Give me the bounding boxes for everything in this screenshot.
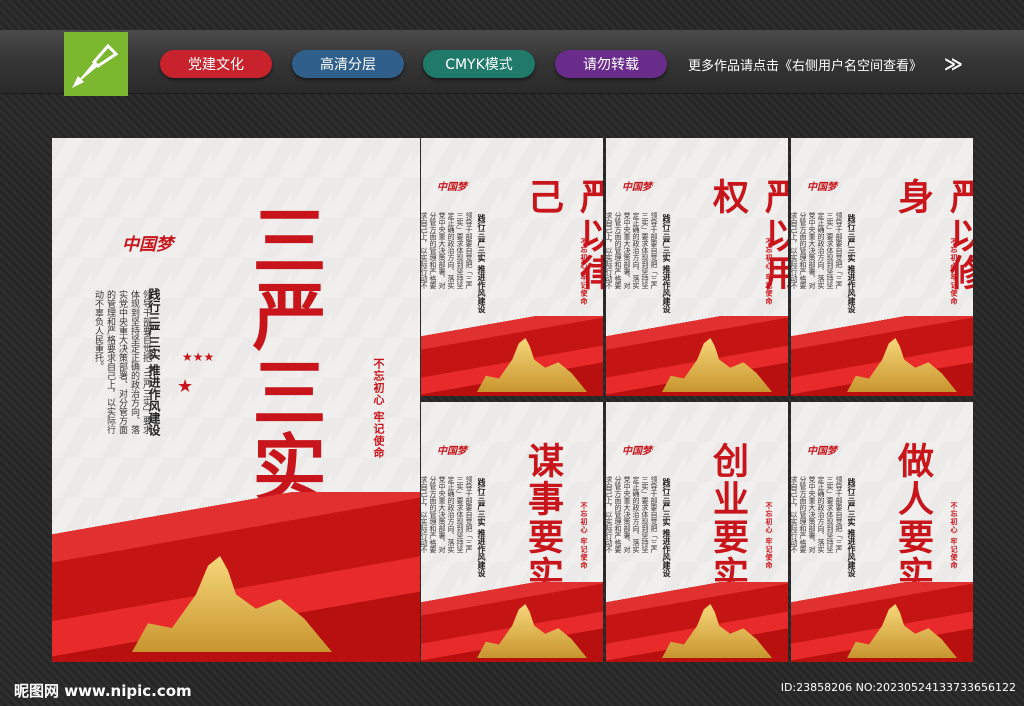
panel-slogan: 践行三严三实 推进作风建设 (662, 214, 672, 313)
panel-slogan: 践行三严三实 推进作风建设 (847, 214, 857, 313)
poster-panel: 中国梦 领导干部要自觉把「三严三实」要求体现到坚持坚定正确的政治方向、落实党中央… (421, 138, 603, 396)
panel-body-text: 领导干部要自觉把「三严三实」要求体现到坚持坚定正确的政治方向、落实党中央重大决策… (791, 476, 843, 553)
panel-body-text: 领导干部要自觉把「三严三实」要求体现到坚持坚定正确的政治方向、落实党中央重大决策… (606, 212, 658, 289)
panel-slogan: 践行三严三实 推进作风建设 (847, 478, 857, 577)
panel-title: 严以律己 (522, 178, 603, 292)
panel-motto: 不忘初心 牢记使命 (765, 502, 773, 570)
brand-logo (64, 32, 128, 96)
panel-motto: 不忘初心 牢记使命 (580, 502, 588, 570)
panel-slogan: 践行三严三实 推进作风建设 (477, 214, 487, 313)
pen-icon (72, 43, 119, 88)
panel-motto: 不忘初心 牢记使命 (765, 238, 773, 306)
panel-title: 做人要实 (892, 442, 934, 594)
panel-body-text: 领导干部要自觉把「三严三实」要求体现到坚持坚定正确的政治方向、落实党中央重大决策… (421, 212, 473, 289)
panel-body-text: 领导干部要自觉把「三严三实」要求体现到坚持坚定正确的政治方向、落实党中央重大决策… (791, 212, 843, 289)
panel-motto: 不忘初心 牢记使命 (950, 502, 958, 570)
tag-party-culture[interactable]: 党建文化 (160, 50, 272, 78)
more-works-link[interactable]: 更多作品请点击《右侧用户名空间查看》 (688, 55, 922, 74)
double-chevron-icon[interactable]: ≫ (944, 54, 963, 75)
panel-title: 严以修身 (892, 178, 973, 292)
china-dream-logo: 中国梦 (622, 446, 652, 457)
panel-slogan: 践行三严三实 推进作风建设 (662, 478, 672, 577)
china-dream-logo: 中国梦 (437, 446, 467, 457)
tag-hd-layers[interactable]: 高清分层 (292, 50, 404, 78)
star-icon: ★★★ (182, 350, 215, 364)
poster-panel: 中国梦 领导干部要自觉把「三严三实」要求体现到坚持坚定正确的政治方向、落实党中央… (791, 402, 973, 662)
panel-motto: 不忘初心 牢记使命 (580, 238, 588, 306)
china-dream-logo: 中国梦 (622, 182, 652, 193)
site-watermark: 昵图网 www.nipic.com (14, 682, 192, 700)
panel-body-text: 领导干部要自觉把「三严三实」要求体现到坚持坚定正确的政治方向、落实党中央重大决策… (421, 476, 473, 553)
panel-title: 谋事要实 (522, 442, 564, 594)
poster-panel: 中国梦 领导干部要自觉把「三严三实」要求体现到坚持坚定正确的政治方向、落实党中央… (791, 138, 973, 396)
panel-motto: 不忘初心 牢记使命 (950, 238, 958, 306)
china-dream-logo: 中国梦 (437, 182, 467, 193)
china-dream-logo: 中国梦 (122, 235, 173, 255)
tag-cmyk[interactable]: CMYK模式 (423, 50, 535, 78)
panel-title: 严以用权 (707, 178, 788, 292)
poster-panel: 中国梦 领导干部要自觉把「三严三实」要求体现到坚持坚定正确的政治方向、落实党中央… (606, 402, 788, 662)
image-id: ID:23858206 NO:20230524133733656122 (780, 681, 1016, 694)
poster-panel: 中国梦 领导干部要自觉把「三严三实」要求体现到坚持坚定正确的政治方向、落实党中央… (421, 402, 603, 662)
main-title: 三严三实 (240, 202, 326, 506)
main-body-text: 领导干部要自觉把「三严三实」要求体现到坚持坚定正确的政治方向、落实党中央重大决策… (93, 290, 151, 434)
panel-title: 创业要实 (707, 442, 749, 594)
poster-panel: 中国梦 领导干部要自觉把「三严三实」要求体现到坚持坚定正确的政治方向、落实党中央… (606, 138, 788, 396)
panel-body-text: 领导干部要自觉把「三严三实」要求体现到坚持坚定正确的政治方向、落实党中央重大决策… (606, 476, 658, 553)
china-dream-logo: 中国梦 (807, 446, 837, 457)
tag-no-repost[interactable]: 请勿转载 (555, 50, 667, 78)
main-poster: 中国梦 践行三严三实 推进作风建设 领导干部要自觉把「三严三实」要求体现到坚持坚… (52, 138, 420, 662)
main-motto: 不忘初心 牢记使命 (372, 358, 385, 459)
panel-slogan: 践行三严三实 推进作风建设 (477, 478, 487, 577)
star-icon: ★ (177, 376, 194, 397)
china-dream-logo: 中国梦 (807, 182, 837, 193)
